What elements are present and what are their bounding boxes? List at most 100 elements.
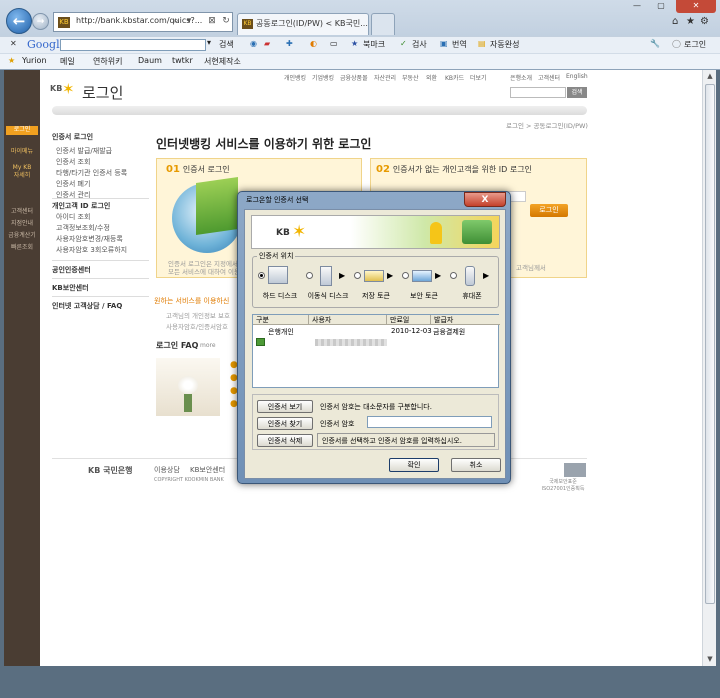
google-search-input[interactable] bbox=[60, 39, 206, 51]
footer-link[interactable]: KB보안센터 bbox=[190, 465, 225, 475]
column-header-user[interactable]: 사용자 bbox=[309, 315, 387, 325]
search-icon[interactable]: ⌕ bbox=[170, 16, 182, 26]
sidebar-item-customer[interactable]: 고객센터 bbox=[6, 208, 38, 216]
pagerank-icon[interactable]: ▰ bbox=[264, 39, 270, 48]
column-header-expiry[interactable]: 만료일 bbox=[387, 315, 431, 325]
menu-item[interactable]: 인증서 조회 bbox=[56, 157, 90, 167]
radio-button[interactable] bbox=[306, 272, 313, 279]
menu-item[interactable]: 인증서 발급/재발급 bbox=[56, 146, 112, 156]
menu-item[interactable]: 인증서 폐기 bbox=[56, 179, 90, 189]
forward-button[interactable]: → bbox=[32, 13, 49, 30]
menu-section-faq[interactable]: 인터넷 고객상담 / FAQ bbox=[52, 296, 149, 311]
topnav-service[interactable]: 고객센터 bbox=[538, 73, 560, 82]
menu-item[interactable]: 사용자암호 3회오류하지 bbox=[56, 245, 127, 255]
login-button[interactable]: 로그인 bbox=[684, 39, 706, 50]
menu-section-cert-center[interactable]: 공인인증센터 bbox=[52, 260, 149, 275]
menu-header-id[interactable]: 개인고객 ID 로그인 bbox=[52, 198, 149, 211]
location-hard-disk[interactable]: 하드 디스크 bbox=[257, 266, 303, 306]
settings-gear-icon[interactable]: ⚙ bbox=[700, 16, 709, 27]
topnav-forex[interactable]: 외환 bbox=[426, 73, 437, 82]
scrollbar-thumb[interactable] bbox=[705, 84, 715, 604]
column-header-issuer[interactable]: 발급자 bbox=[431, 315, 500, 325]
topnav-english[interactable]: English bbox=[566, 73, 588, 80]
fav-item-mail[interactable]: 메일 bbox=[60, 56, 75, 67]
menu-item[interactable]: 고객정보조회/수정 bbox=[56, 223, 110, 233]
view-cert-button[interactable]: 인증서 보기 bbox=[257, 400, 313, 413]
menu-item[interactable]: 아이디 조회 bbox=[56, 212, 90, 222]
menu-section-security[interactable]: KB보안센터 bbox=[52, 278, 149, 293]
location-security-token[interactable]: ▶ 보안 토큰 bbox=[401, 266, 447, 306]
plus-icon[interactable]: ✚ bbox=[286, 39, 293, 48]
check-button[interactable]: 검사 bbox=[412, 39, 427, 50]
table-row[interactable]: 은행개인 2010-12-03 금융결제원 bbox=[253, 326, 500, 346]
globe-icon[interactable]: ◉ bbox=[250, 39, 257, 48]
cert-list-table[interactable]: 구분 사용자 만료일 발급자 은행개인 2010-12-03 금융결제원 bbox=[252, 314, 500, 388]
site-search-input[interactable] bbox=[510, 87, 566, 98]
kb-logo[interactable]: KB bbox=[50, 84, 62, 93]
topnav-corporate[interactable]: 기업뱅킹 bbox=[312, 73, 334, 82]
radio-button[interactable] bbox=[450, 272, 457, 279]
ok-button[interactable]: 확인 bbox=[389, 458, 439, 472]
topnav-about[interactable]: 은행소개 bbox=[510, 73, 532, 82]
options-icon[interactable]: ▭ bbox=[330, 39, 338, 48]
delete-cert-button[interactable]: 인증서 삭제 bbox=[257, 434, 313, 447]
minimize-icon[interactable]: — bbox=[626, 0, 648, 13]
home-icon[interactable]: ⌂ bbox=[672, 16, 678, 27]
fav-item-yurion[interactable]: Yurion bbox=[22, 56, 47, 65]
close-window-icon[interactable]: ✕ bbox=[676, 0, 716, 13]
sidebar-item-mykb[interactable]: My KB 자세히 bbox=[10, 164, 34, 180]
location-phone[interactable]: ▶ 휴대폰 bbox=[449, 266, 495, 306]
wrench-icon[interactable]: 🔧 bbox=[650, 39, 660, 48]
maximize-icon[interactable]: ▢ bbox=[650, 0, 672, 13]
fav-item-daum[interactable]: Daum bbox=[138, 56, 162, 65]
tab-login[interactable]: KB 공동로그인(ID/PW) < KB국민... bbox=[237, 13, 369, 35]
back-button[interactable]: ← bbox=[6, 8, 32, 34]
menu-item[interactable]: 타행/타기관 인증서 등록 bbox=[56, 168, 127, 178]
topnav-more[interactable]: 더보기 bbox=[470, 73, 487, 82]
dialog-close-button[interactable]: X bbox=[464, 192, 506, 207]
tab-new[interactable] bbox=[371, 13, 395, 35]
vertical-scrollbar[interactable]: ▲ ▼ bbox=[702, 70, 716, 666]
topnav-realestate[interactable]: 부동산 bbox=[402, 73, 419, 82]
id-login-button[interactable]: 로그인 bbox=[530, 204, 568, 217]
sidebar-item-calculator[interactable]: 금융계산기 bbox=[6, 232, 38, 240]
sidebar-item-login[interactable]: 로그인 bbox=[6, 126, 38, 135]
column-header-type[interactable]: 구분 bbox=[253, 315, 309, 325]
bookmark-button[interactable]: 북마크 bbox=[363, 39, 385, 50]
topnav-kbcard[interactable]: KB카드 bbox=[445, 73, 464, 82]
scroll-down-icon[interactable]: ▼ bbox=[703, 653, 716, 666]
radio-button[interactable] bbox=[258, 272, 265, 279]
location-storage-token[interactable]: ▶ 저장 토큰 bbox=[353, 266, 399, 306]
refresh-icon[interactable]: ↻ bbox=[220, 16, 232, 26]
notice-item[interactable]: 고객님의 개인정보 보호 bbox=[166, 310, 230, 320]
menu-header-cert[interactable]: 인증서 로그인 bbox=[52, 132, 93, 142]
compat-view-icon[interactable]: ⊠ bbox=[206, 16, 218, 26]
sidebar-item-mymenu[interactable]: 마이메뉴 bbox=[6, 148, 38, 156]
site-search-button[interactable]: 검색 bbox=[567, 87, 587, 98]
find-cert-button[interactable]: 인증서 찾기 bbox=[257, 417, 313, 430]
fav-item-seohyun[interactable]: 서현제작소 bbox=[204, 56, 241, 67]
popup-icon[interactable]: ◐ bbox=[310, 39, 317, 48]
autofill-button[interactable]: 자동완성 bbox=[490, 39, 519, 50]
menu-item[interactable]: 사용자암호변경/재등록 bbox=[56, 234, 123, 244]
close-toolbar-icon[interactable]: ✕ bbox=[10, 39, 17, 48]
cancel-button[interactable]: 취소 bbox=[451, 458, 501, 472]
location-removable[interactable]: ▶ 이동식 디스크 bbox=[305, 266, 351, 306]
sidebar-item-branch[interactable]: 지점안내 bbox=[6, 220, 38, 228]
cert-password-input[interactable] bbox=[367, 416, 492, 428]
translate-button[interactable]: 번역 bbox=[452, 39, 467, 50]
search-button[interactable]: 검색 bbox=[219, 39, 234, 50]
faq-more-link[interactable]: more bbox=[200, 342, 216, 349]
scroll-up-icon[interactable]: ▲ bbox=[703, 70, 716, 83]
footer-link[interactable]: 이용상담 bbox=[154, 465, 180, 475]
fav-item-twtkr[interactable]: twtkr bbox=[172, 56, 193, 65]
favorites-icon[interactable]: ★ bbox=[8, 56, 15, 65]
favorites-star-icon[interactable]: ★ bbox=[686, 16, 695, 27]
fav-item-wiki[interactable]: 연하위키 bbox=[93, 56, 122, 67]
radio-button[interactable] bbox=[354, 272, 361, 279]
sidebar-item-quick[interactable]: 빠른조회 bbox=[6, 244, 38, 252]
topnav-asset[interactable]: 자산관리 bbox=[374, 73, 396, 82]
topnav-products[interactable]: 금융상품몰 bbox=[340, 73, 368, 82]
radio-button[interactable] bbox=[402, 272, 409, 279]
dropdown-icon[interactable]: ▾ bbox=[183, 16, 195, 26]
